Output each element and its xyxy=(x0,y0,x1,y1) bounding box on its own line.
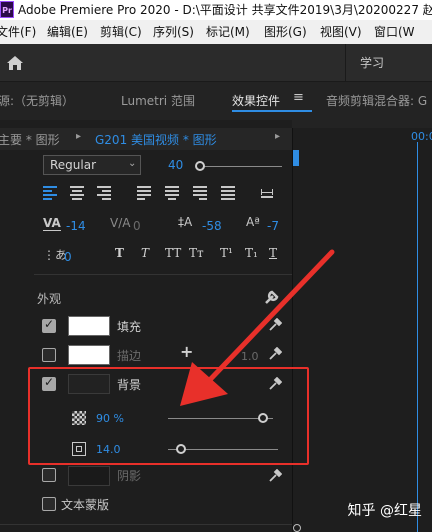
shadow-color-swatch[interactable] xyxy=(68,466,110,486)
justify-left-icon xyxy=(137,186,151,200)
window-title: Adobe Premiere Pro 2020 - D:\平面设计 共享文件20… xyxy=(18,3,432,17)
text-mask-label: 文本蒙版 xyxy=(61,498,110,512)
tab-source[interactable]: 源:（无剪辑） xyxy=(0,92,74,109)
tracking-value[interactable]: -14 xyxy=(66,219,86,233)
kerning-icon: V/A xyxy=(110,216,131,230)
bottom-divider xyxy=(0,524,292,525)
playhead[interactable] xyxy=(417,142,418,532)
premiere-logo-icon: Pr xyxy=(0,1,14,18)
menu-edit[interactable]: 编辑(E) xyxy=(47,20,88,44)
tab-audio-mixer[interactable]: 音频剪辑混合器: G xyxy=(326,92,427,109)
leading-icon: ‡A xyxy=(178,215,193,229)
justify-right-icon xyxy=(193,186,207,200)
shadow-eyedropper-icon[interactable] xyxy=(268,469,282,483)
faux-italic-icon[interactable]: T xyxy=(141,246,149,260)
justify-center-icon xyxy=(165,186,179,200)
chevron-down-icon: ⌄ xyxy=(128,158,137,169)
kerning-value[interactable]: 0 xyxy=(133,219,141,233)
font-style-dropdown[interactable]: Regular ⌄ xyxy=(43,155,141,175)
text-mask-checkbox[interactable] xyxy=(42,497,56,511)
tracking-icon: VA xyxy=(43,216,61,231)
tab-effect-controls[interactable]: 效果控件 xyxy=(232,92,280,109)
leading-value[interactable]: -58 xyxy=(202,219,222,233)
tab-menu-icon[interactable]: ≡ xyxy=(293,90,304,105)
chevron-right-icon: ▸ xyxy=(76,131,82,142)
shadow-label: 阴影 xyxy=(117,469,142,483)
tab-width-icon xyxy=(261,189,273,198)
sequence-clip-label[interactable]: G201 美国视频 * 图形 xyxy=(95,131,217,148)
stroke-color-swatch[interactable] xyxy=(68,345,110,365)
shadow-checkbox[interactable] xyxy=(42,468,56,482)
menu-sequence[interactable]: 序列(S) xyxy=(153,20,194,44)
fill-color-swatch[interactable] xyxy=(68,316,110,336)
faux-bold-icon[interactable]: T xyxy=(115,246,124,260)
alignment-toolbar xyxy=(43,186,273,200)
menu-view[interactable]: 视图(V) xyxy=(320,20,362,44)
fill-checkbox[interactable] xyxy=(42,317,56,333)
font-size-value[interactable]: 40 xyxy=(168,158,183,172)
workspace-learn[interactable]: 学习 xyxy=(360,54,384,71)
align-right-icon xyxy=(97,186,111,200)
window-title-bar: Pr Adobe Premiere Pro 2020 - D:\平面设计 共享文… xyxy=(0,0,432,20)
menu-window[interactable]: 窗口(W xyxy=(374,20,415,44)
stroke-checkbox[interactable] xyxy=(42,348,56,362)
baseline-shift-value[interactable]: -7 xyxy=(267,219,279,233)
appearance-title: 外观 xyxy=(37,292,62,306)
font-size-knob[interactable] xyxy=(195,161,205,171)
toolbar: 学习 xyxy=(0,44,432,82)
menu-graphics[interactable]: 图形(G) xyxy=(264,20,307,44)
active-tab-indicator xyxy=(232,110,312,112)
fill-label: 填充 xyxy=(117,320,142,334)
align-left-icon xyxy=(43,186,57,200)
tab-lumetri[interactable]: Lumetri 范围 xyxy=(121,92,195,109)
justify-all-icon xyxy=(221,186,235,200)
scroll-handle[interactable] xyxy=(293,524,301,532)
annotation-arrow-icon xyxy=(180,249,335,406)
menu-marker[interactable]: 标记(M) xyxy=(206,20,250,44)
panel-tabs: 源:（无剪辑） Lumetri 范围 效果控件 ≡ 音频剪辑混合器: G xyxy=(0,88,432,114)
menu-file[interactable]: 文件(F) xyxy=(0,20,36,44)
clip-header: 主要 * 图形 ▸ G201 美国视频 * 图形 ▸ xyxy=(0,128,292,150)
tsume-value[interactable]: 0 xyxy=(64,250,72,264)
font-size-slider[interactable] xyxy=(200,166,282,167)
master-clip-label[interactable]: 主要 * 图形 xyxy=(0,131,60,148)
collapse-arrow-icon[interactable]: ▸ xyxy=(275,131,280,142)
home-icon[interactable] xyxy=(6,55,24,71)
baseline-shift-icon: Aª xyxy=(246,215,260,229)
watermark-text: 知乎 @红星 xyxy=(347,503,422,519)
menu-bar: 文件(F) 编辑(E) 剪辑(C) 序列(S) 标记(M) 图形(G) 视图(V… xyxy=(0,20,432,44)
stroke-label: 描边 xyxy=(117,349,142,363)
scrollbar-thumb[interactable] xyxy=(293,150,299,166)
font-style-value: Regular xyxy=(50,158,97,172)
align-center-icon xyxy=(70,186,84,200)
timecode: 00:0 xyxy=(411,130,432,143)
menu-clip[interactable]: 剪辑(C) xyxy=(100,20,142,44)
